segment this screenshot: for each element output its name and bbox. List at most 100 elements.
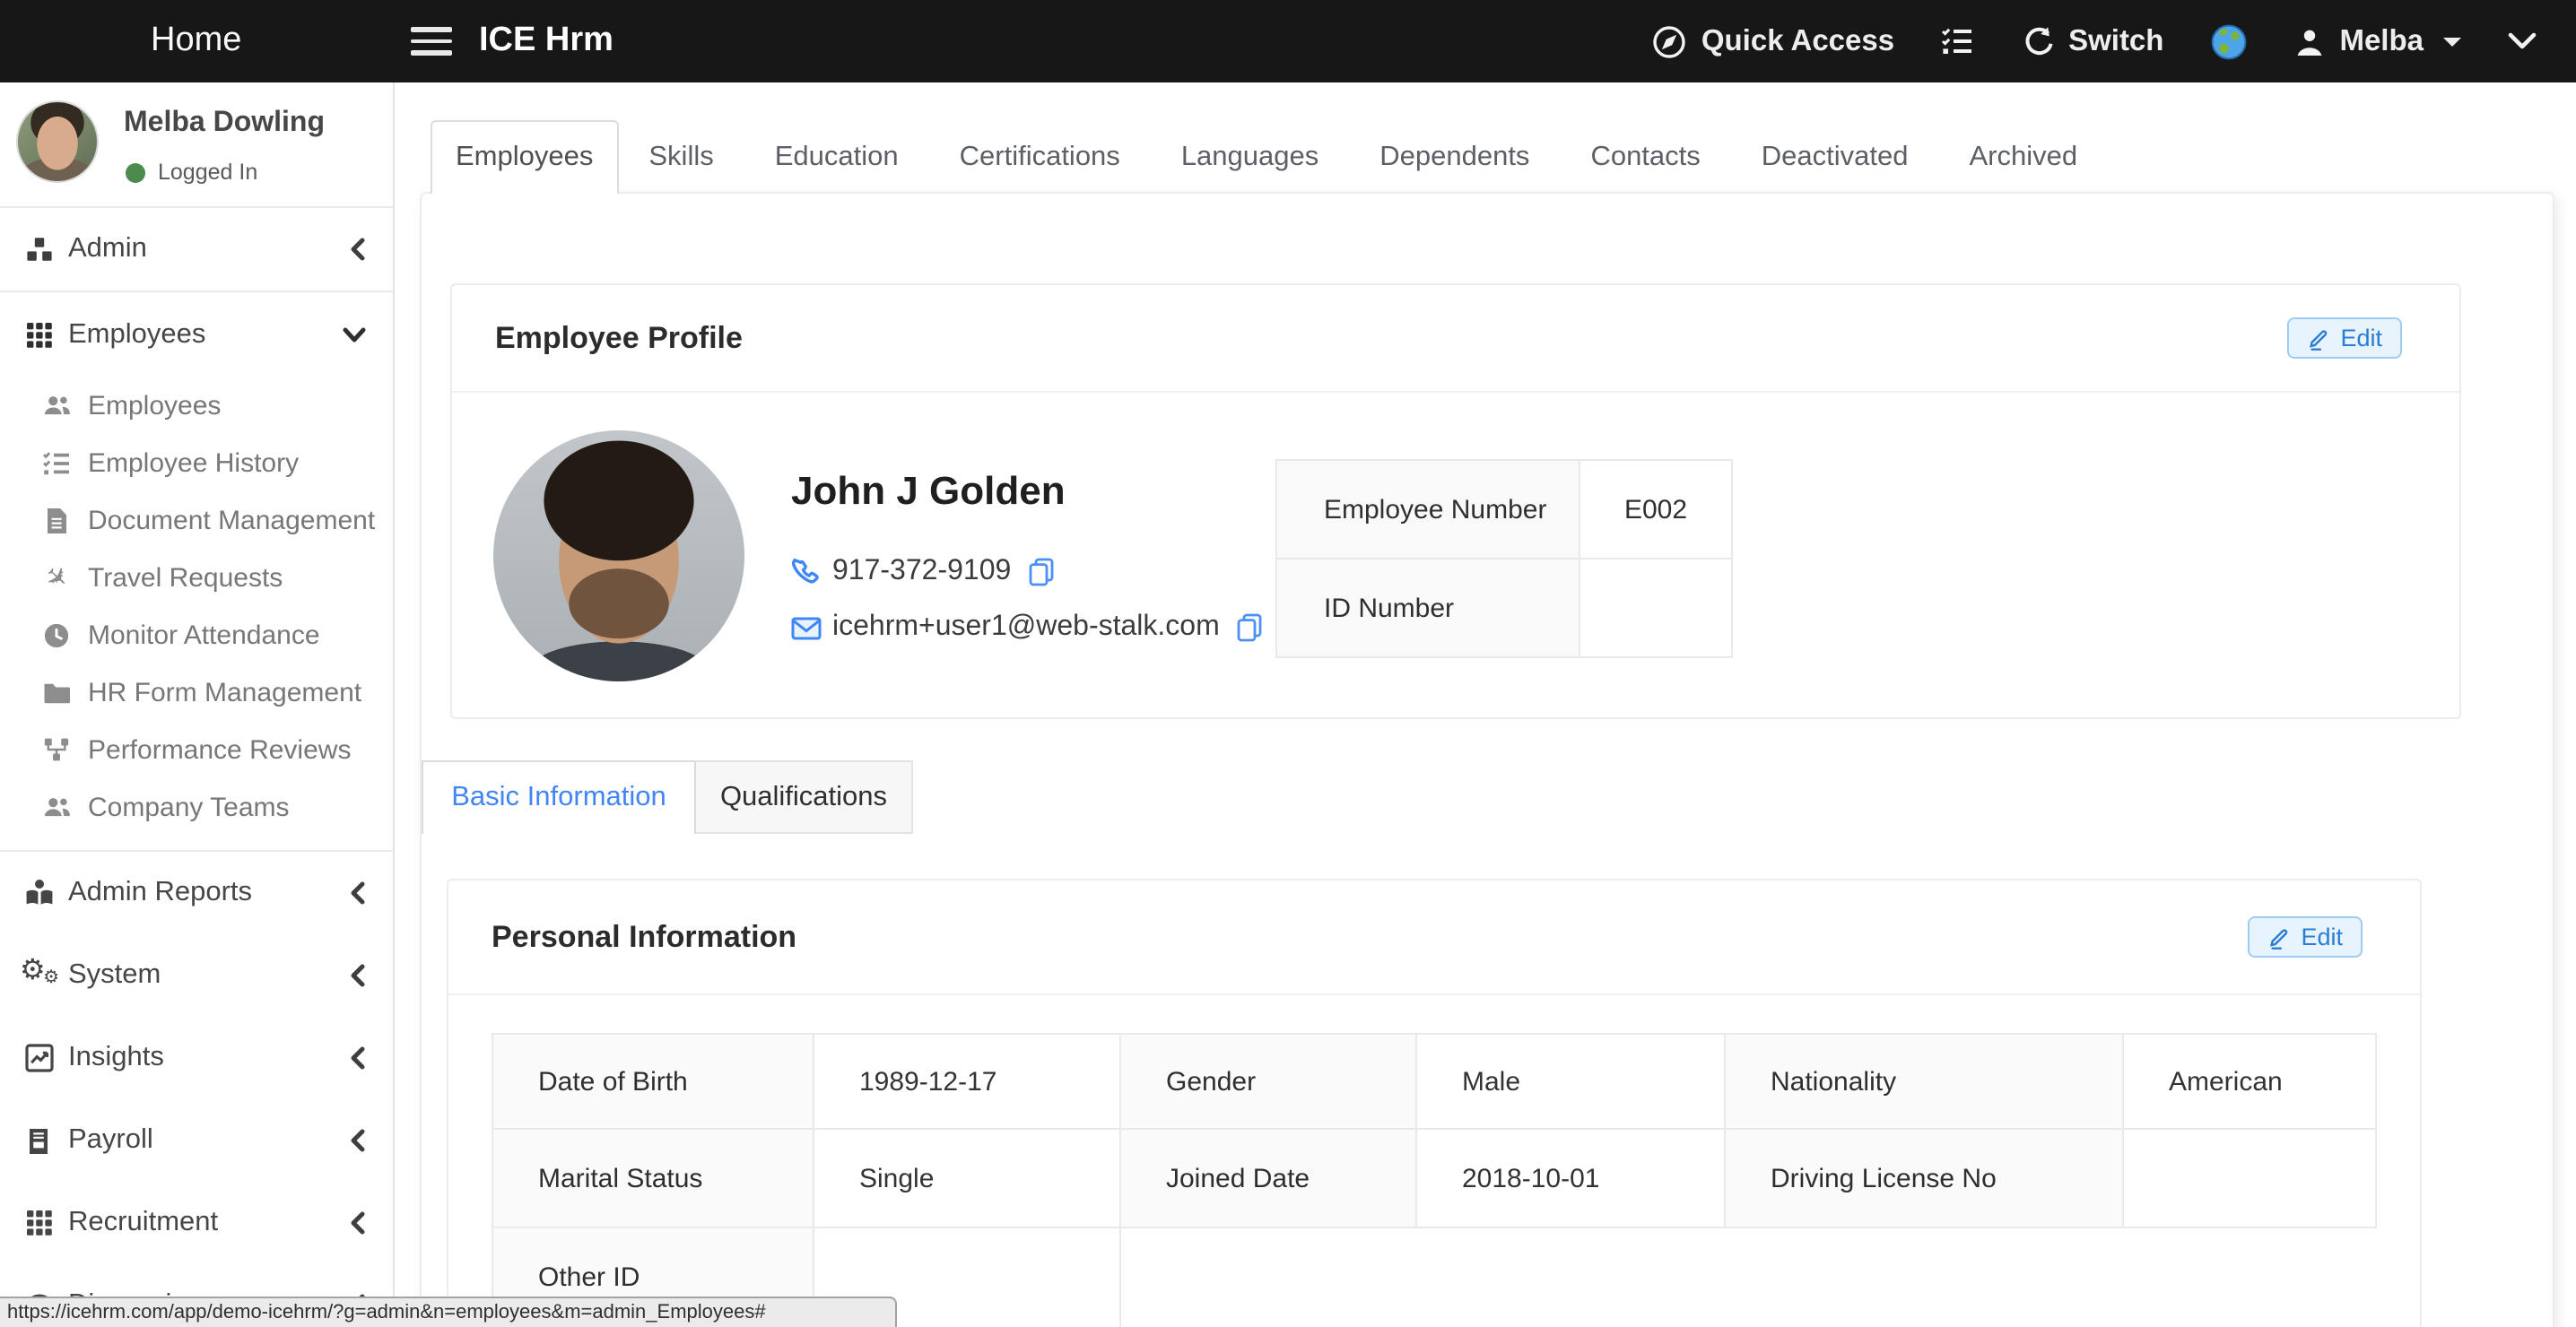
sidebar-item-payroll[interactable]: Payroll (0, 1099, 393, 1182)
employee-profile-title: Employee Profile (495, 320, 2286, 356)
field-value: American (2123, 1034, 2376, 1129)
field-value: 1989-12-17 (814, 1034, 1120, 1129)
personal-information-table: Date of Birth 1989-12-17 Gender Male Nat… (492, 1033, 2377, 1327)
sidebar-item-admin[interactable]: Admin (0, 208, 393, 292)
tab-deactivated[interactable]: Deactivated (1731, 120, 1939, 194)
employee-email: icehrm+user1@web-stalk.com (832, 611, 1220, 644)
field-label: Gender (1120, 1034, 1416, 1129)
tab-qualifications[interactable]: Qualifications (696, 760, 913, 834)
compass-icon (1653, 24, 1687, 58)
chart-line-icon (23, 1043, 54, 1073)
main-content: Employees Skills Education Certification… (395, 82, 2576, 1327)
sidebar-item-recruitment[interactable]: Recruitment (0, 1182, 393, 1264)
sidebar-item-system[interactable]: ⚙⚙ System (0, 934, 393, 1017)
diagram-icon (43, 736, 70, 763)
clock-icon (43, 621, 70, 648)
chevron-left-icon (348, 238, 366, 261)
tab-languages[interactable]: Languages (1151, 120, 1349, 194)
tab-employees[interactable]: Employees (431, 120, 618, 194)
app-title: ICE Hrm (479, 0, 614, 82)
sidebar-item-employee-history[interactable]: Employee History (0, 434, 393, 491)
tab-contacts[interactable]: Contacts (1560, 120, 1730, 194)
chevron-left-icon (348, 881, 366, 905)
chevron-down-icon[interactable] (2508, 32, 2537, 50)
tab-basic-information[interactable]: Basic Information (422, 760, 696, 834)
grid-icon (23, 1208, 54, 1238)
sidebar-item-employees[interactable]: Employees (0, 377, 393, 434)
sidebar-item-travel-requests[interactable]: ✈ Travel Requests (0, 549, 393, 606)
avatar (16, 100, 99, 183)
table-row: Date of Birth 1989-12-17 Gender Male Nat… (492, 1034, 2376, 1129)
switch-button[interactable]: Switch (2022, 24, 2163, 58)
home-link[interactable]: Home (151, 0, 241, 82)
user-menu[interactable]: Melba (2294, 24, 2461, 58)
employee-id-table: Employee Number E002 ID Number (1275, 459, 1733, 658)
personal-information-card: Personal Information Edit Date of Birth … (447, 879, 2422, 1327)
status-label: Logged In (158, 160, 257, 185)
grid-icon (23, 319, 54, 350)
employee-phone: 917-372-9109 (832, 556, 1011, 588)
quick-access-button[interactable]: Quick Access (1653, 24, 1894, 58)
chevron-left-icon (348, 1129, 366, 1152)
caret-down-icon (2443, 37, 2461, 46)
sidebar-item-company-teams[interactable]: Company Teams (0, 778, 393, 836)
cubes-icon (23, 234, 54, 265)
folder-icon (43, 679, 70, 706)
personal-information-title: Personal Information (492, 919, 2247, 955)
field-value: Single (814, 1129, 1120, 1227)
document-icon (43, 507, 70, 533)
field-label: ID Number (1276, 559, 1580, 657)
field-label: Marital Status (492, 1129, 814, 1227)
profile-subtabs: Basic Information Qualifications (422, 760, 913, 834)
app-window: Home ICE Hrm Quick Access Switch (0, 0, 2576, 1327)
field-value (2123, 1129, 2376, 1227)
plane-icon: ✈ (43, 564, 70, 591)
tab-panel: Employee Profile Edit John J Golden (420, 192, 2554, 1327)
tab-archived[interactable]: Archived (1939, 120, 2109, 194)
field-value: E002 (1580, 460, 1732, 559)
hamburger-menu-icon[interactable] (411, 27, 452, 56)
invoice-icon (23, 1125, 54, 1156)
chevron-left-icon (348, 1211, 366, 1235)
topbar-actions: Quick Access Switch Melba (1653, 0, 2537, 82)
table-row: ID Number (1276, 559, 1732, 657)
chevron-down-icon (343, 325, 366, 343)
sidebar: Melba Dowling Logged In Admin Employees (0, 82, 395, 1327)
field-label: Employee Number (1276, 460, 1580, 559)
status-dot (126, 162, 145, 182)
tab-dependents[interactable]: Dependents (1349, 120, 1560, 194)
sidebar-item-insights[interactable]: Insights (0, 1017, 393, 1099)
employee-name: John J Golden (791, 468, 1066, 515)
tab-education[interactable]: Education (744, 120, 929, 194)
field-value (1580, 559, 1732, 657)
edit-personal-information-button[interactable]: Edit (2247, 916, 2363, 958)
tasks-icon[interactable] (1941, 27, 1975, 56)
sidebar-item-employees-section[interactable]: Employees (0, 292, 393, 377)
tab-certifications[interactable]: Certifications (929, 120, 1151, 194)
field-value: 2018-10-01 (1416, 1129, 1725, 1227)
copy-icon[interactable] (1027, 558, 1054, 586)
edit-profile-button[interactable]: Edit (2286, 317, 2402, 359)
sidebar-item-monitor-attendance[interactable]: Monitor Attendance (0, 606, 393, 664)
status-url: https://icehrm.com/app/demo-icehrm/?g=ad… (7, 1302, 766, 1323)
pencil-icon (2267, 924, 2290, 950)
field-label: Nationality (1725, 1034, 2123, 1129)
field-label: Joined Date (1120, 1129, 1416, 1227)
sidebar-item-performance-reviews[interactable]: Performance Reviews (0, 721, 393, 778)
envelope-icon (791, 616, 822, 639)
field-value: Male (1416, 1034, 1725, 1129)
field-label: Date of Birth (492, 1034, 814, 1129)
table-row: Marital Status Single Joined Date 2018-1… (492, 1129, 2376, 1227)
pencil-icon (2306, 325, 2329, 351)
users-icon (43, 392, 70, 419)
user-full-name: Melba Dowling (124, 108, 325, 140)
book-reader-icon (23, 878, 54, 908)
language-globe-icon[interactable] (2210, 22, 2248, 60)
sidebar-item-document-management[interactable]: Document Management (0, 491, 393, 549)
tab-skills[interactable]: Skills (618, 120, 744, 194)
sidebar-item-hr-form-management[interactable]: HR Form Management (0, 664, 393, 721)
chevron-left-icon (348, 1046, 366, 1070)
chevron-left-icon (348, 964, 366, 987)
sidebar-item-admin-reports[interactable]: Admin Reports (0, 852, 393, 934)
copy-icon[interactable] (1236, 613, 1263, 642)
